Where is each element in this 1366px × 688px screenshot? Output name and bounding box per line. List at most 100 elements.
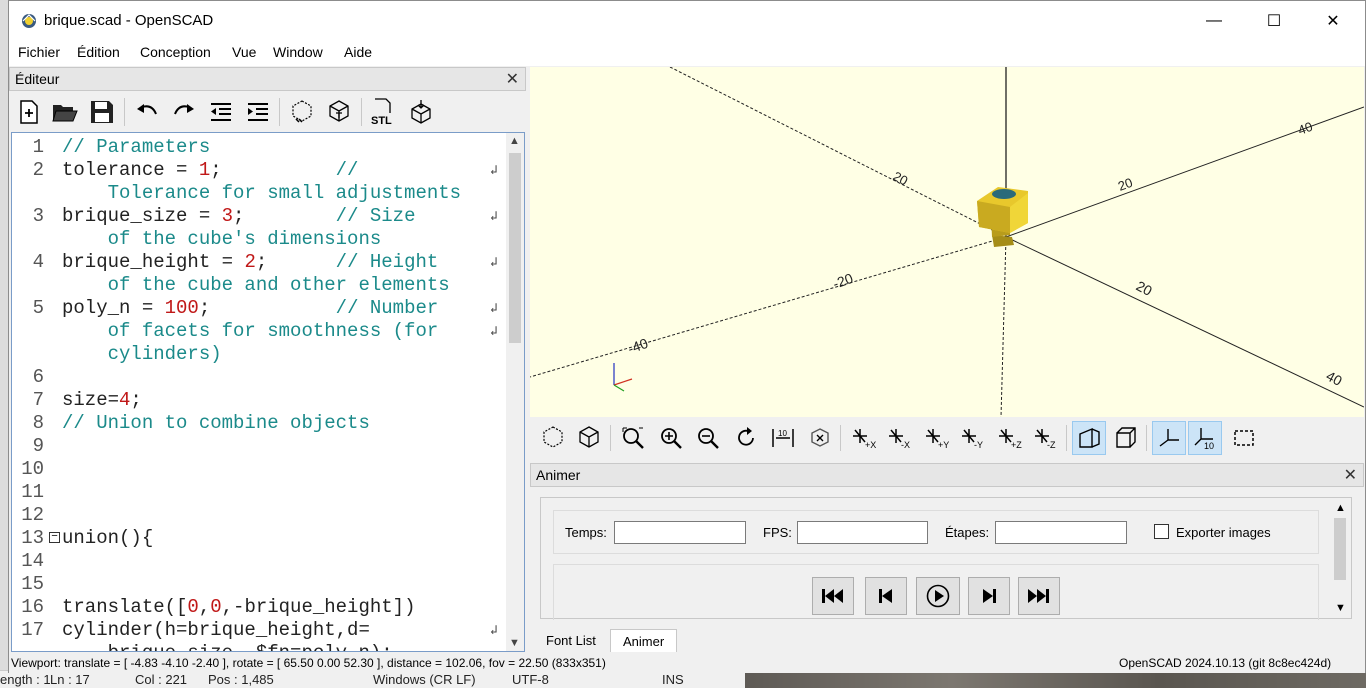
code-line[interactable]: 9 <box>12 435 502 458</box>
export-stl-icon[interactable]: STL <box>367 97 397 127</box>
time-input[interactable] <box>614 521 746 544</box>
code-text: // Parameters <box>62 136 211 158</box>
menu-fichier[interactable]: Fichier <box>18 44 60 60</box>
play-icon <box>926 584 950 608</box>
perspective-rotate-icon[interactable] <box>803 421 837 455</box>
steps-input[interactable] <box>995 521 1127 544</box>
tab-animate[interactable]: Animer <box>610 629 678 652</box>
code-line[interactable]: 14 <box>12 550 502 573</box>
view-right-icon[interactable]: +X <box>846 421 880 455</box>
code-line[interactable]: 3 brique_size = 3; // Size ↲ <box>12 205 502 228</box>
render-icon[interactable] <box>324 97 354 127</box>
editor-scrollbar[interactable]: ▲ ▼ <box>506 133 524 651</box>
play-button[interactable] <box>916 577 960 615</box>
code-editor[interactable]: 1 // Parameters 2 tolerance = 1; // ↲ Tolera… <box>11 132 525 652</box>
indent-icon[interactable] <box>243 97 273 127</box>
send-to-print-icon[interactable] <box>406 97 436 127</box>
code-line[interactable]: cylinders) <box>12 343 502 366</box>
fold-toggle-icon[interactable]: − <box>49 532 60 543</box>
scroll-up-icon[interactable]: ▲ <box>509 135 520 147</box>
scroll-up-icon[interactable]: ▲ <box>1335 502 1346 514</box>
undo-icon[interactable] <box>132 97 162 127</box>
code-line[interactable]: 4 brique_height = 2; // Height ↲ <box>12 251 502 274</box>
menu-vue[interactable]: Vue <box>232 44 256 60</box>
redo-icon[interactable] <box>169 97 199 127</box>
animate-scroll-thumb[interactable] <box>1334 518 1346 580</box>
orthogonal-icon[interactable] <box>1109 421 1143 455</box>
last-frame-button[interactable] <box>1018 577 1060 615</box>
line-wrap-icon: ↲ <box>490 163 498 178</box>
reset-view-icon[interactable] <box>729 421 763 455</box>
editor-close-button[interactable]: ✕ <box>506 69 519 89</box>
animate-scrollbar[interactable]: ▲ ▼ <box>1329 498 1351 618</box>
code-text: union(){ <box>62 527 154 549</box>
line-wrap-icon: ↲ <box>490 301 498 316</box>
3d-viewport[interactable]: 20 20 40 -20 -40 20 40 <box>530 67 1364 417</box>
tab-font-list[interactable]: Font List <box>534 629 608 652</box>
code-line[interactable]: 15 <box>12 573 502 596</box>
editor-scroll-thumb[interactable] <box>509 153 521 343</box>
code-line[interactable]: 2 tolerance = 1; // ↲ <box>12 159 502 182</box>
line-number: 7 <box>32 389 44 411</box>
prev-frame-button[interactable] <box>865 577 907 615</box>
view-top-icon[interactable]: +Z <box>992 421 1026 455</box>
line-number: 6 <box>32 366 44 388</box>
open-file-icon[interactable] <box>50 97 80 127</box>
code-line[interactable]: 10 <box>12 458 502 481</box>
code-line[interactable]: 1 // Parameters <box>12 136 502 159</box>
save-file-icon[interactable] <box>87 97 117 127</box>
new-file-icon[interactable] <box>14 97 44 127</box>
preview-icon[interactable] <box>287 97 317 127</box>
render-icon[interactable] <box>572 421 606 455</box>
code-line[interactable]: 11 <box>12 481 502 504</box>
svg-text:10: 10 <box>778 429 787 438</box>
menu-edition[interactable]: Édition <box>77 44 120 60</box>
code-line[interactable]: of facets for smoothness (for ↲ <box>12 320 502 343</box>
close-button[interactable]: ✕ <box>1304 1 1362 40</box>
code-line[interactable]: 6 <box>12 366 502 389</box>
code-line[interactable]: 16 translate([0,0,-brique_height]) <box>12 596 502 619</box>
show-edges-icon[interactable] <box>1227 421 1261 455</box>
next-frame-button[interactable] <box>968 577 1010 615</box>
zoom-out-icon[interactable] <box>691 421 725 455</box>
view-back-icon[interactable]: +Y <box>919 421 953 455</box>
code-text: Tolerance for small adjustments <box>62 182 462 204</box>
animate-panel: Animer ✕ Temps: FPS: Étapes: Exporter im… <box>530 463 1364 627</box>
view-all-icon[interactable] <box>616 421 650 455</box>
code-line[interactable]: brique_size, $fn=poly_n); <box>12 642 502 651</box>
view-bottom-icon[interactable]: -Z <box>1028 421 1062 455</box>
code-line[interactable]: of the cube's dimensions <box>12 228 502 251</box>
code-line[interactable]: 17 cylinder(h=brique_height,d= ↲ <box>12 619 502 642</box>
scroll-down-icon[interactable]: ▼ <box>509 637 520 649</box>
show-scale-markers-icon[interactable]: 10 <box>1188 421 1222 455</box>
maximize-button[interactable]: ☐ <box>1245 1 1303 40</box>
menu-window[interactable]: Window <box>273 44 323 60</box>
view-left-icon[interactable]: -X <box>882 421 916 455</box>
code-line[interactable]: 5 poly_n = 100; // Number ↲ <box>12 297 502 320</box>
animate-close-button[interactable]: ✕ <box>1344 465 1357 485</box>
code-line[interactable]: 13− union(){ <box>12 527 502 550</box>
bg-status-eol: Windows (CR LF) <box>373 672 476 687</box>
code-line[interactable]: 8 // Union to combine objects <box>12 412 502 435</box>
view-front-icon[interactable]: -Y <box>955 421 989 455</box>
code-line[interactable]: Tolerance for small adjustments <box>12 182 502 205</box>
unindent-icon[interactable] <box>206 97 236 127</box>
perspective-icon[interactable] <box>1072 421 1106 455</box>
show-axes-icon[interactable] <box>1152 421 1186 455</box>
show-scales-icon[interactable]: 10 <box>766 421 800 455</box>
menu-conception[interactable]: Conception <box>140 44 211 60</box>
preview-icon[interactable] <box>536 421 570 455</box>
export-images-checkbox[interactable] <box>1154 524 1169 539</box>
line-number: 15 <box>21 573 44 595</box>
minimize-button[interactable]: — <box>1185 1 1243 40</box>
code-text: of the cube and other elements <box>62 274 450 296</box>
code-line[interactable]: of the cube and other elements <box>12 274 502 297</box>
fps-input[interactable] <box>797 521 928 544</box>
svg-text:-Y: -Y <box>974 440 983 449</box>
menu-aide[interactable]: Aide <box>344 44 372 60</box>
zoom-in-icon[interactable] <box>654 421 688 455</box>
code-line[interactable]: 12 <box>12 504 502 527</box>
scroll-down-icon[interactable]: ▼ <box>1335 602 1346 614</box>
first-frame-button[interactable] <box>812 577 854 615</box>
code-line[interactable]: 7 size=4; <box>12 389 502 412</box>
